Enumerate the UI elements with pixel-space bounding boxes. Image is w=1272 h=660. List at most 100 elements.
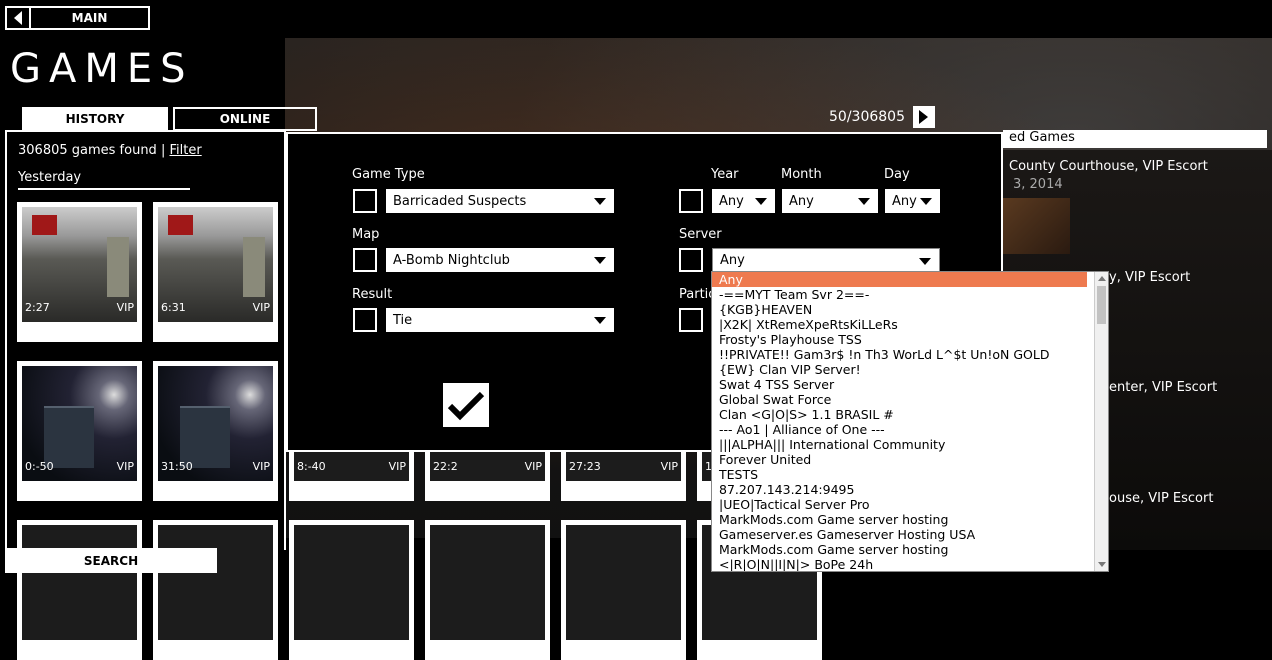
server-select[interactable]: Any bbox=[712, 248, 940, 272]
server-option[interactable]: Frosty's Playhouse TSS bbox=[712, 332, 1087, 347]
server-option[interactable]: 87.207.143.214:9495 bbox=[712, 482, 1087, 497]
game-thumbnail[interactable] bbox=[561, 520, 686, 660]
game-thumbnail[interactable] bbox=[289, 520, 414, 660]
list-item[interactable]: enter, VIP Escort bbox=[1109, 380, 1217, 395]
scroll-up-icon[interactable] bbox=[1098, 276, 1106, 281]
server-checkbox[interactable] bbox=[679, 248, 703, 272]
server-option[interactable]: MarkMods.com Game server hosting bbox=[712, 542, 1087, 557]
result-select[interactable]: Tie bbox=[386, 308, 614, 332]
date-checkbox[interactable] bbox=[679, 189, 703, 213]
day-label: Day bbox=[884, 167, 910, 182]
map-label: Map bbox=[352, 227, 380, 242]
year-select[interactable]: Any bbox=[712, 189, 775, 213]
game-thumbnail[interactable]: 0:-50 VIP bbox=[17, 361, 142, 501]
server-option[interactable]: --- Ao1 | Alliance of One --- bbox=[712, 422, 1087, 437]
list-item[interactable]: ouse, VIP Escort bbox=[1109, 491, 1213, 506]
check-icon bbox=[447, 391, 485, 421]
main-button[interactable]: MAIN bbox=[5, 6, 150, 30]
participant-checkbox[interactable] bbox=[679, 308, 703, 332]
server-option[interactable]: MarkMods.com Game server hosting bbox=[712, 512, 1087, 527]
map-checkbox[interactable] bbox=[353, 248, 377, 272]
thumbnail-image bbox=[566, 525, 681, 640]
server-option[interactable]: TESTS bbox=[712, 467, 1087, 482]
page-title: GAMES bbox=[10, 46, 194, 92]
thumbnail-image bbox=[158, 525, 273, 640]
game-thumbnail[interactable] bbox=[153, 520, 278, 660]
chevron-down-icon bbox=[920, 198, 932, 205]
game-thumbnail[interactable] bbox=[1003, 198, 1070, 254]
server-option[interactable]: Clan <G|O|S> 1.1 BRASIL # bbox=[712, 407, 1087, 422]
next-page-icon[interactable] bbox=[912, 106, 935, 128]
pager: 50/306805 bbox=[829, 106, 935, 128]
thumbnail-image bbox=[22, 525, 137, 640]
chevron-down-icon bbox=[594, 198, 606, 205]
game-duration: 2:27 bbox=[25, 301, 50, 314]
games-found-count: 306805 games found bbox=[18, 143, 157, 158]
game-thumbnail[interactable]: 31:50 VIP bbox=[153, 361, 278, 501]
game-type-label: Game Type bbox=[352, 167, 425, 182]
server-option[interactable]: -==MYT Team Svr 2==- bbox=[712, 287, 1087, 302]
apply-filter-button[interactable] bbox=[443, 383, 489, 427]
server-option[interactable]: Any bbox=[712, 272, 1087, 287]
server-label: Server bbox=[679, 227, 722, 242]
game-mode-badge: VIP bbox=[116, 460, 134, 473]
server-option[interactable]: |||ALPHA||| International Community bbox=[712, 437, 1087, 452]
separator: | bbox=[160, 143, 166, 158]
game-thumbnail[interactable] bbox=[425, 520, 550, 660]
back-arrow-icon[interactable] bbox=[7, 8, 31, 28]
recent-games-header: ed Games bbox=[1003, 130, 1267, 148]
games-found-text: 306805 games found | Filter bbox=[18, 143, 202, 158]
scrollbar-thumb[interactable] bbox=[1097, 286, 1106, 324]
game-mode-badge: VIP bbox=[388, 460, 406, 473]
dropdown-scrollbar[interactable] bbox=[1094, 272, 1108, 571]
game-type-select[interactable]: Barricaded Suspects bbox=[386, 189, 614, 213]
game-thumbnail[interactable]: 6:31 VIP bbox=[153, 202, 278, 342]
scroll-down-icon[interactable] bbox=[1098, 562, 1106, 567]
server-option[interactable]: Gameserver.es Gameserver Hosting USA bbox=[712, 527, 1087, 542]
chevron-down-icon bbox=[755, 198, 767, 205]
server-dropdown-list[interactable]: Any -==MYT Team Svr 2==- {KGB}HEAVEN |X2K| … bbox=[711, 271, 1109, 572]
tab-history[interactable]: HISTORY bbox=[22, 107, 168, 131]
server-option[interactable]: Swat 4 TSS Server bbox=[712, 377, 1087, 392]
server-option[interactable]: {KGB}HEAVEN bbox=[712, 302, 1087, 317]
chevron-down-icon bbox=[594, 317, 606, 324]
result-checkbox[interactable] bbox=[353, 308, 377, 332]
game-duration: 31:50 bbox=[161, 460, 193, 473]
thumbnail-image bbox=[294, 525, 409, 640]
server-value: Any bbox=[720, 252, 745, 268]
server-option[interactable]: <|R|O|N||I|N|> BoPe 24h bbox=[712, 557, 1087, 571]
server-options: Any -==MYT Team Svr 2==- {KGB}HEAVEN |X2K| … bbox=[712, 272, 1108, 571]
server-option[interactable]: {EW} Clan VIP Server! bbox=[712, 362, 1087, 377]
game-duration: 6:31 bbox=[161, 301, 186, 314]
game-mode-badge: VIP bbox=[252, 460, 270, 473]
month-value: Any bbox=[789, 193, 814, 209]
game-type-checkbox[interactable] bbox=[353, 189, 377, 213]
map-value: A-Bomb Nightclub bbox=[393, 252, 510, 268]
game-duration: 0:-50 bbox=[25, 460, 54, 473]
thumbnail-image bbox=[430, 525, 545, 640]
game-mode-badge: VIP bbox=[524, 460, 542, 473]
game-thumbnail[interactable]: 2:27 VIP bbox=[17, 202, 142, 342]
list-item[interactable]: y, VIP Escort bbox=[1109, 270, 1190, 285]
day-header: Yesterday bbox=[18, 170, 190, 190]
game-type-value: Barricaded Suspects bbox=[393, 193, 527, 209]
server-option[interactable]: Global Swat Force bbox=[712, 392, 1087, 407]
list-item[interactable]: County Courthouse, VIP Escort bbox=[1009, 159, 1208, 174]
day-value: Any bbox=[892, 193, 917, 209]
result-label: Result bbox=[352, 287, 393, 302]
game-mode-badge: VIP bbox=[116, 301, 134, 314]
server-option[interactable]: |UEO|Tactical Server Pro bbox=[712, 497, 1087, 512]
server-option[interactable]: |X2K| XtRemeXpeRtsKiLLeRs bbox=[712, 317, 1087, 332]
server-option[interactable]: Forever United bbox=[712, 452, 1087, 467]
game-thumbnail[interactable] bbox=[17, 520, 142, 660]
day-select[interactable]: Any bbox=[885, 189, 940, 213]
participant-label: Partic bbox=[679, 287, 716, 302]
server-option[interactable]: !!PRIVATE!! Gam3r$ !n Th3 WorLd L^$t Un!… bbox=[712, 347, 1087, 362]
search-button[interactable]: SEARCH bbox=[5, 548, 217, 573]
tab-online[interactable]: ONLINE bbox=[173, 107, 317, 131]
chevron-down-icon bbox=[594, 257, 606, 264]
filter-link[interactable]: Filter bbox=[169, 143, 201, 158]
month-select[interactable]: Any bbox=[782, 189, 878, 213]
map-select[interactable]: A-Bomb Nightclub bbox=[386, 248, 614, 272]
chevron-down-icon bbox=[919, 258, 931, 265]
